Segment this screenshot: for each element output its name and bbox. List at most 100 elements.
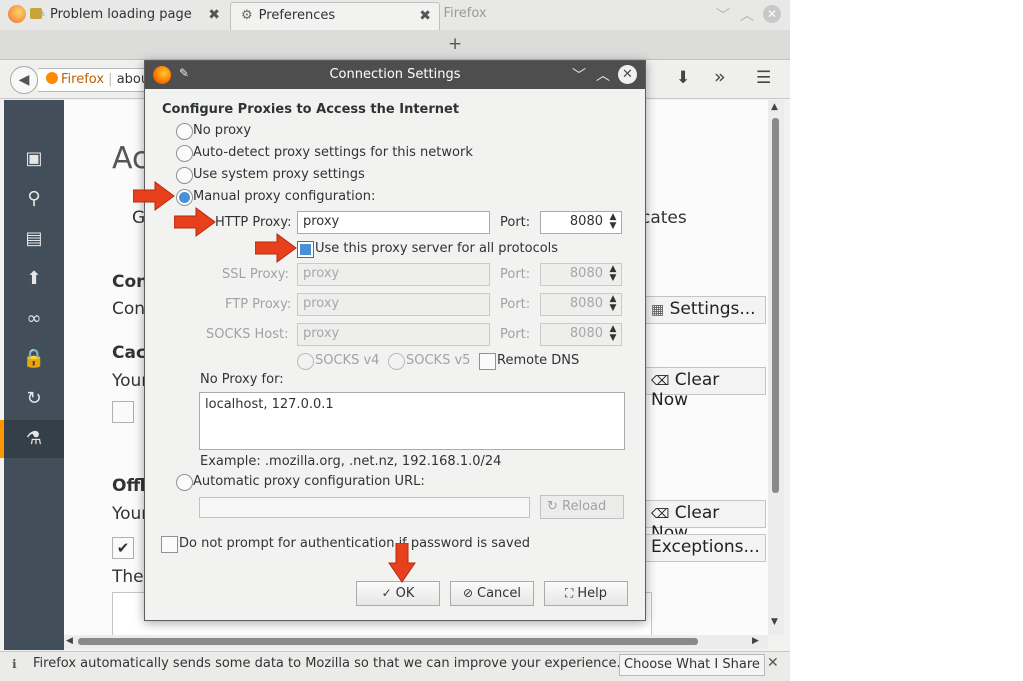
offline-list-text: The xyxy=(112,567,144,587)
socks-port-input[interactable]: 8080 ▲ ▼ xyxy=(540,323,622,346)
manual-proxy-radio[interactable] xyxy=(176,189,193,206)
no-prompt-auth-checkbox[interactable] xyxy=(161,536,178,553)
overflow-icon[interactable]: » xyxy=(714,66,726,88)
cancel-button[interactable]: ⊘ Cancel xyxy=(450,581,534,606)
horizontal-scroll-thumb[interactable] xyxy=(78,638,698,645)
info-icon: ℹ xyxy=(12,657,17,671)
sync-icon[interactable]: ↻ xyxy=(22,387,46,411)
http-port-label: Port: xyxy=(500,215,531,230)
help-button[interactable]: ⛶ Help xyxy=(544,581,628,606)
scroll-left-icon[interactable]: ◀ xyxy=(66,636,73,646)
socks-v4-radio[interactable] xyxy=(297,353,314,370)
http-port-value: 8080 xyxy=(569,214,603,229)
dialog-close-button[interactable]: ✕ xyxy=(618,65,637,84)
ftp-port-input[interactable]: 8080 ▲ ▼ xyxy=(540,293,622,316)
advanced-icon[interactable]: ⚗ xyxy=(22,427,46,451)
auto-detect-radio[interactable] xyxy=(176,145,193,162)
notification-text: Firefox automatically sends some data to… xyxy=(33,656,621,671)
offline-checkbox[interactable]: ✔ xyxy=(112,537,134,559)
ssl-port-label: Port: xyxy=(500,267,531,282)
clear-icon: ⌫ xyxy=(651,374,670,389)
scroll-down-icon[interactable]: ▼ xyxy=(771,617,778,627)
applications-icon[interactable]: ⬆ xyxy=(22,267,46,291)
url-identity: Firefox xyxy=(61,72,105,87)
auto-url-input[interactable] xyxy=(199,497,530,518)
cache-checkbox[interactable] xyxy=(112,401,134,423)
remote-dns-checkbox[interactable] xyxy=(479,353,496,370)
menu-icon[interactable]: ☰ xyxy=(756,68,771,88)
socks-v4-label[interactable]: SOCKS v4 xyxy=(315,353,379,368)
no-prompt-auth-label[interactable]: Do not prompt for authentication if pass… xyxy=(179,536,530,551)
ok-button[interactable]: ✓ OK xyxy=(356,581,440,606)
privacy-icon[interactable]: ∞ xyxy=(22,307,46,331)
tab-problem-loading[interactable]: Problem loading page ✖ xyxy=(20,2,228,30)
no-proxy-radio[interactable] xyxy=(176,123,193,140)
help-icon: ⛶ xyxy=(564,586,574,600)
clear-offline-button[interactable]: ⌫ Clear Now xyxy=(644,500,766,543)
dialog-maximize-button[interactable]: ︿ xyxy=(596,65,610,85)
auto-detect-label[interactable]: Auto-detect proxy settings for this netw… xyxy=(193,145,473,160)
back-button[interactable]: ◀ xyxy=(10,66,38,94)
cancel-icon: ⊘ xyxy=(462,586,473,600)
reload-icon: ↻ xyxy=(547,499,558,514)
section-offline-heading: Offl xyxy=(112,476,146,496)
port-spinner-icon[interactable]: ▲ ▼ xyxy=(607,213,619,231)
vertical-scroll-thumb[interactable] xyxy=(772,118,779,493)
dialog-minimize-button[interactable]: ﹀ xyxy=(572,65,586,85)
no-proxy-for-textarea[interactable]: localhost, 127.0.0.1 xyxy=(199,392,625,450)
tab-preferences[interactable]: ⚙ Preferences ✖ xyxy=(230,2,440,30)
close-window-button[interactable]: ✕ xyxy=(763,5,781,23)
auto-url-label[interactable]: Automatic proxy configuration URL: xyxy=(193,474,425,489)
ftp-proxy-input[interactable]: proxy xyxy=(297,293,490,316)
ssl-port-input[interactable]: 8080 ▲ ▼ xyxy=(540,263,622,286)
choose-what-i-share-button[interactable]: Choose What I Share xyxy=(619,654,765,676)
clear-cache-button[interactable]: ⌫ Clear Now xyxy=(644,367,766,410)
scroll-up-icon[interactable]: ▲ xyxy=(771,102,778,112)
no-proxy-label[interactable]: No proxy xyxy=(193,123,251,138)
port-spinner-icon[interactable]: ▲ ▼ xyxy=(607,295,619,313)
system-proxy-radio[interactable] xyxy=(176,167,193,184)
scroll-right-icon[interactable]: ▶ xyxy=(752,636,759,646)
socks-v5-radio[interactable] xyxy=(388,353,405,370)
http-port-input[interactable]: 8080 ▲ ▼ xyxy=(540,211,622,234)
section-connection-heading: Con xyxy=(112,272,149,292)
use-all-protocols-label[interactable]: Use this proxy server for all protocols xyxy=(315,241,558,256)
socks-host-input[interactable]: proxy xyxy=(297,323,490,346)
http-proxy-input[interactable]: proxy xyxy=(297,211,490,234)
security-icon[interactable]: 🔒 xyxy=(22,347,46,371)
search-icon[interactable]: ⚲ xyxy=(22,187,46,211)
general-icon[interactable]: ▣ xyxy=(22,147,46,171)
preferences-sidebar: ▣ ⚲ ▤ ⬆ ∞ 🔒 ↻ ⚗ xyxy=(0,100,64,650)
content-icon[interactable]: ▤ xyxy=(22,227,46,251)
section-cache-heading: Cac xyxy=(112,343,147,363)
tab-close-icon[interactable]: ✖ xyxy=(419,8,431,24)
use-all-protocols-checkbox[interactable] xyxy=(297,241,314,258)
remote-dns-label[interactable]: Remote DNS xyxy=(497,353,579,368)
tab-warning-icon xyxy=(30,8,42,19)
new-tab-button[interactable]: + xyxy=(448,34,462,54)
manual-proxy-label[interactable]: Manual proxy configuration: xyxy=(193,189,375,204)
ssl-proxy-input[interactable]: proxy xyxy=(297,263,490,286)
arrow-use-all-protocols xyxy=(255,233,297,263)
system-proxy-label[interactable]: Use system proxy settings xyxy=(193,167,365,182)
tab-close-icon[interactable]: ✖ xyxy=(208,7,220,23)
connection-settings-button[interactable]: ▦ Settings... xyxy=(644,296,766,324)
no-proxy-for-label: No Proxy for: xyxy=(200,372,284,387)
notification-close-icon[interactable]: ✕ xyxy=(767,655,779,671)
firefox-identity-icon xyxy=(46,72,58,84)
arrow-ok-button xyxy=(388,543,416,583)
minimize-button[interactable]: ﹀ xyxy=(716,5,730,25)
socks-v5-label[interactable]: SOCKS v5 xyxy=(406,353,470,368)
port-spinner-icon[interactable]: ▲ ▼ xyxy=(607,265,619,283)
gear-icon: ⚙ xyxy=(241,8,253,23)
sidebar-selected-marker xyxy=(0,420,4,458)
maximize-button[interactable]: ︿ xyxy=(740,5,754,25)
exceptions-button[interactable]: Exceptions... xyxy=(644,534,766,562)
reload-button[interactable]: ↻ Reload xyxy=(540,495,624,519)
port-spinner-icon[interactable]: ▲ ▼ xyxy=(607,325,619,343)
dialog-title-bar: ✎ Connection Settings ﹀ ︿ ✕ xyxy=(145,61,645,89)
arrow-manual-proxy xyxy=(133,181,175,211)
tab-certificates-partial[interactable]: cates xyxy=(641,208,687,228)
download-icon[interactable]: ⬇ xyxy=(676,68,690,88)
auto-url-radio[interactable] xyxy=(176,474,193,491)
